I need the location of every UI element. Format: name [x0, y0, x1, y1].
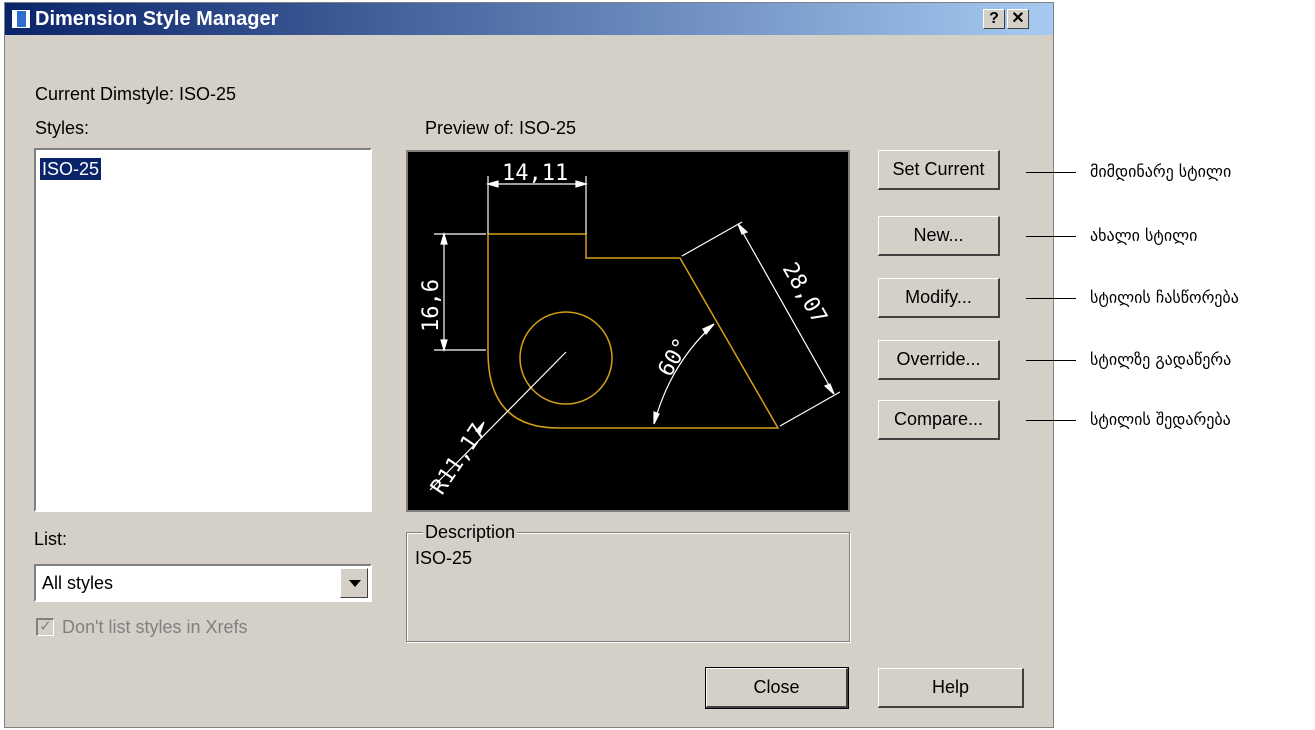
current-dimstyle-label: Current Dimstyle: ISO-25 [35, 84, 237, 104]
compare-button[interactable]: Compare... [878, 400, 1000, 440]
dim-slant-label: 28,07 [777, 259, 832, 329]
help-button[interactable]: Help [878, 668, 1024, 708]
annotation-line [1026, 360, 1076, 361]
preview-label: Preview of: ISO-25 [425, 118, 577, 138]
annotation-set-current: მიმდინარე სტილი [1090, 162, 1232, 181]
annotation-override: სტილზე გადაწერა [1090, 350, 1232, 369]
styles-listbox[interactable]: ISO-25 [34, 148, 372, 512]
xrefs-checkbox[interactable]: ✓ [36, 618, 54, 636]
set-current-button[interactable]: Set Current [878, 150, 1000, 190]
close-button[interactable]: Close [705, 667, 849, 709]
list-label: List: [34, 529, 68, 549]
dim-radius-label: R11,17 [426, 419, 491, 499]
preview-labels: 14,11 16,6 28,07 60° R11,17 [419, 161, 832, 499]
dim-left-label: 16,6 [419, 279, 444, 332]
style-preview: 14,11 16,6 28,07 60° R11,17 [406, 150, 850, 512]
preview-geometry [487, 233, 780, 429]
annotation-modify: სტილის ჩასწორება [1090, 288, 1239, 307]
new-button[interactable]: New... [878, 216, 1000, 256]
help-caption-button[interactable]: ? [983, 9, 1005, 29]
description-title: Description [423, 521, 518, 543]
description-group: Description ISO-25 [406, 521, 850, 642]
window-title: Dimension Style Manager [35, 8, 279, 30]
annotation-line [1026, 420, 1076, 421]
annotation-line [1026, 298, 1076, 299]
description-text: ISO-25 [415, 548, 473, 568]
list-filter-value: All styles [42, 573, 114, 593]
annotation-new: ახალი სტილი [1090, 226, 1198, 245]
close-caption-button[interactable]: ✕ [1007, 9, 1029, 29]
preview-dimensions [429, 176, 841, 491]
dim-top-label: 14,11 [502, 161, 568, 186]
list-filter-dropdown[interactable]: All styles [34, 564, 372, 602]
app-icon [11, 9, 31, 29]
override-button[interactable]: Override... [878, 340, 1000, 380]
styles-label: Styles: [35, 118, 90, 138]
chevron-down-icon[interactable] [340, 568, 368, 598]
xrefs-checkbox-label: Don't list styles in Xrefs [62, 617, 248, 637]
preview-drawing: 14,11 16,6 28,07 60° R11,17 [419, 161, 841, 499]
annotation-compare: სტილის შედარება [1090, 410, 1231, 429]
annotation-line [1026, 172, 1076, 173]
modify-button[interactable]: Modify... [878, 278, 1000, 318]
style-item-iso-25[interactable]: ISO-25 [40, 158, 102, 180]
title-bar[interactable]: Dimension Style Manager ? ✕ [5, 3, 1053, 35]
annotation-line [1026, 236, 1076, 237]
dim-angle-label: 60° [654, 334, 696, 381]
